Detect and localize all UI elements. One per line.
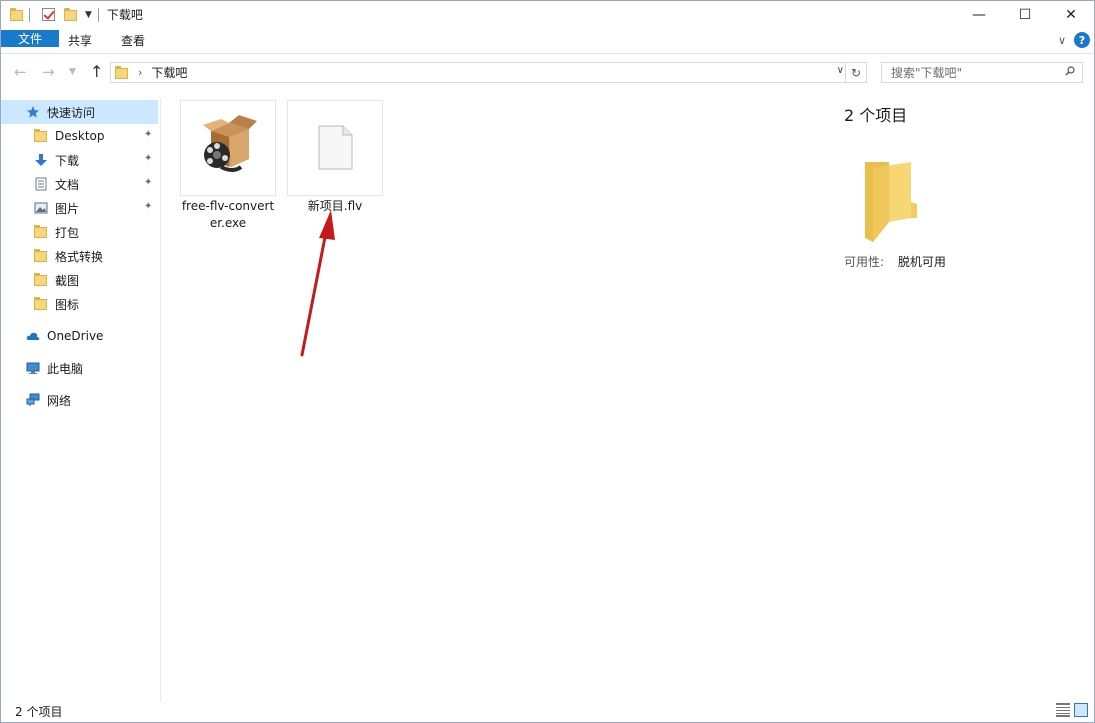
folder-icon: [115, 66, 128, 79]
network-icon: [26, 393, 40, 406]
sidebar-item-pictures[interactable]: 图片 ✦: [1, 196, 158, 220]
folder-icon: [34, 273, 48, 287]
title-bar: ▼ 下载吧 — ☐ ✕: [1, 1, 1094, 28]
sidebar-item-pack[interactable]: 打包: [1, 220, 158, 244]
tab-view[interactable]: 查看: [105, 28, 161, 53]
sidebar-item-label: 下载: [55, 153, 80, 168]
star-icon: [27, 106, 39, 118]
file-list: free-flv-converter.exe 新项目.flv: [161, 98, 821, 702]
file-thumbnail[interactable]: [180, 100, 276, 196]
pictures-icon: [34, 202, 48, 214]
sidebar-item-label: 图标: [55, 297, 80, 312]
breadcrumb-item[interactable]: 下载吧: [151, 64, 187, 81]
navigation-pane: 快速访问 Desktop ✦ 下载 ✦ 文档 ✦ 图片 ✦ 打包 格式转换 截图…: [1, 98, 161, 702]
large-icons-view-icon[interactable]: [1074, 703, 1088, 717]
sidebar-item-label: 打包: [55, 225, 80, 240]
window-controls: — ☐ ✕: [956, 1, 1094, 28]
close-button[interactable]: ✕: [1048, 1, 1094, 28]
file-item[interactable]: free-flv-converter.exe: [180, 100, 276, 232]
ribbon-tabs: 文件 主页 共享 查看 ∨ ?: [1, 28, 1094, 54]
availability-value: 脱机可用: [897, 255, 946, 269]
sidebar-item-quick-access[interactable]: 快速访问: [1, 100, 158, 124]
folder-icon: [34, 225, 48, 239]
folder-icon[interactable]: [10, 8, 23, 21]
toolbar-divider: [29, 7, 30, 22]
sidebar-item-network[interactable]: 网络: [1, 388, 158, 412]
sidebar-item-onedrive[interactable]: OneDrive: [1, 324, 158, 348]
availability-label: 可用性:: [844, 255, 885, 269]
sidebar-item-label: 截图: [55, 273, 80, 288]
address-bar[interactable]: › 下载吧 ∨ ↻: [110, 62, 867, 83]
download-arrow-icon: [35, 154, 47, 166]
file-thumbnail[interactable]: [287, 100, 383, 196]
explorer-window: ▼ 下载吧 — ☐ ✕ 文件 主页 共享 查看 ∨ ? ← → ▼ ↑ › 下载…: [0, 0, 1095, 723]
maximize-button[interactable]: ☐: [1002, 1, 1048, 28]
details-view-icon[interactable]: [1056, 703, 1070, 717]
search-input[interactable]: 搜索"下载吧": [881, 62, 1083, 83]
details-pane: 2 个项目 可用性: 脱机可用: [822, 98, 1094, 702]
search-icon[interactable]: [1065, 66, 1075, 76]
help-icon[interactable]: ?: [1074, 32, 1090, 48]
sidebar-item-format-convert[interactable]: 格式转换: [1, 244, 158, 268]
address-history-dropdown-icon[interactable]: ∨: [837, 65, 844, 76]
folder-icon: [34, 129, 48, 143]
recent-locations-dropdown-icon[interactable]: ▼: [69, 67, 76, 77]
folder-icon: [34, 297, 48, 311]
availability-row: 可用性: 脱机可用: [844, 253, 946, 270]
navigation-bar: ← → ▼ ↑ › 下载吧 ∨ ↻ 搜索"下载吧": [1, 54, 1094, 90]
sidebar-item-downloads[interactable]: 下载 ✦: [1, 148, 158, 172]
ribbon-right-controls: ∨ ?: [1058, 32, 1090, 48]
forward-arrow-icon[interactable]: →: [42, 63, 55, 81]
status-item-count: 2 个项目: [15, 704, 63, 719]
sidebar-item-label: 格式转换: [55, 249, 104, 264]
sidebar-item-label: 网络: [47, 393, 72, 408]
sidebar-item-this-pc[interactable]: 此电脑: [1, 356, 158, 380]
properties-icon[interactable]: [42, 8, 55, 21]
view-switcher: [1056, 703, 1088, 717]
tab-share[interactable]: 共享: [55, 28, 105, 53]
sidebar-item-icons[interactable]: 图标: [1, 292, 158, 316]
refresh-button[interactable]: ↻: [845, 63, 866, 82]
window-title: 下载吧: [106, 8, 143, 22]
sidebar-item-label: 文档: [55, 177, 80, 192]
search-placeholder: 搜索"下载吧": [891, 66, 963, 80]
customize-toolbar-dropdown[interactable]: ▼: [85, 10, 92, 20]
breadcrumb-chevron-icon[interactable]: ›: [138, 66, 142, 79]
document-icon: [35, 177, 47, 191]
status-bar: 2 个项目: [1, 700, 1094, 722]
folder-icon: [34, 249, 48, 263]
pin-icon[interactable]: ✦: [144, 129, 152, 140]
back-arrow-icon[interactable]: ←: [14, 63, 27, 81]
toolbar-divider: [97, 7, 99, 22]
quick-access-toolbar: ▼ 下载吧: [1, 1, 143, 28]
file-name[interactable]: free-flv-converter.exe: [180, 198, 276, 232]
sidebar-item-desktop[interactable]: Desktop ✦: [1, 124, 158, 148]
pin-icon[interactable]: ✦: [144, 201, 152, 212]
computer-icon: [26, 362, 40, 374]
tab-file[interactable]: 文件: [1, 30, 59, 47]
installer-box-film-icon: [203, 115, 257, 172]
blank-file-icon: [318, 125, 353, 170]
pin-icon[interactable]: ✦: [144, 153, 152, 164]
file-name[interactable]: 新项目.flv: [287, 198, 383, 215]
sidebar-item-label: 快速访问: [47, 105, 96, 120]
folder-icon: [865, 162, 917, 242]
file-item[interactable]: 新项目.flv: [287, 100, 383, 215]
sidebar-item-label: OneDrive: [47, 329, 104, 343]
sidebar-item-documents[interactable]: 文档 ✦: [1, 172, 158, 196]
minimize-button[interactable]: —: [956, 1, 1002, 28]
up-arrow-icon[interactable]: ↑: [90, 62, 103, 81]
sidebar-item-label: 此电脑: [47, 361, 84, 376]
sidebar-item-screenshots[interactable]: 截图: [1, 268, 158, 292]
pin-icon[interactable]: ✦: [144, 177, 152, 188]
cloud-icon: [26, 332, 40, 340]
item-count: 2 个项目: [844, 106, 908, 125]
expand-ribbon-icon[interactable]: ∨: [1058, 34, 1066, 47]
sidebar-item-label: Desktop: [55, 129, 105, 143]
sidebar-item-label: 图片: [55, 201, 80, 216]
new-folder-icon[interactable]: [64, 8, 77, 21]
